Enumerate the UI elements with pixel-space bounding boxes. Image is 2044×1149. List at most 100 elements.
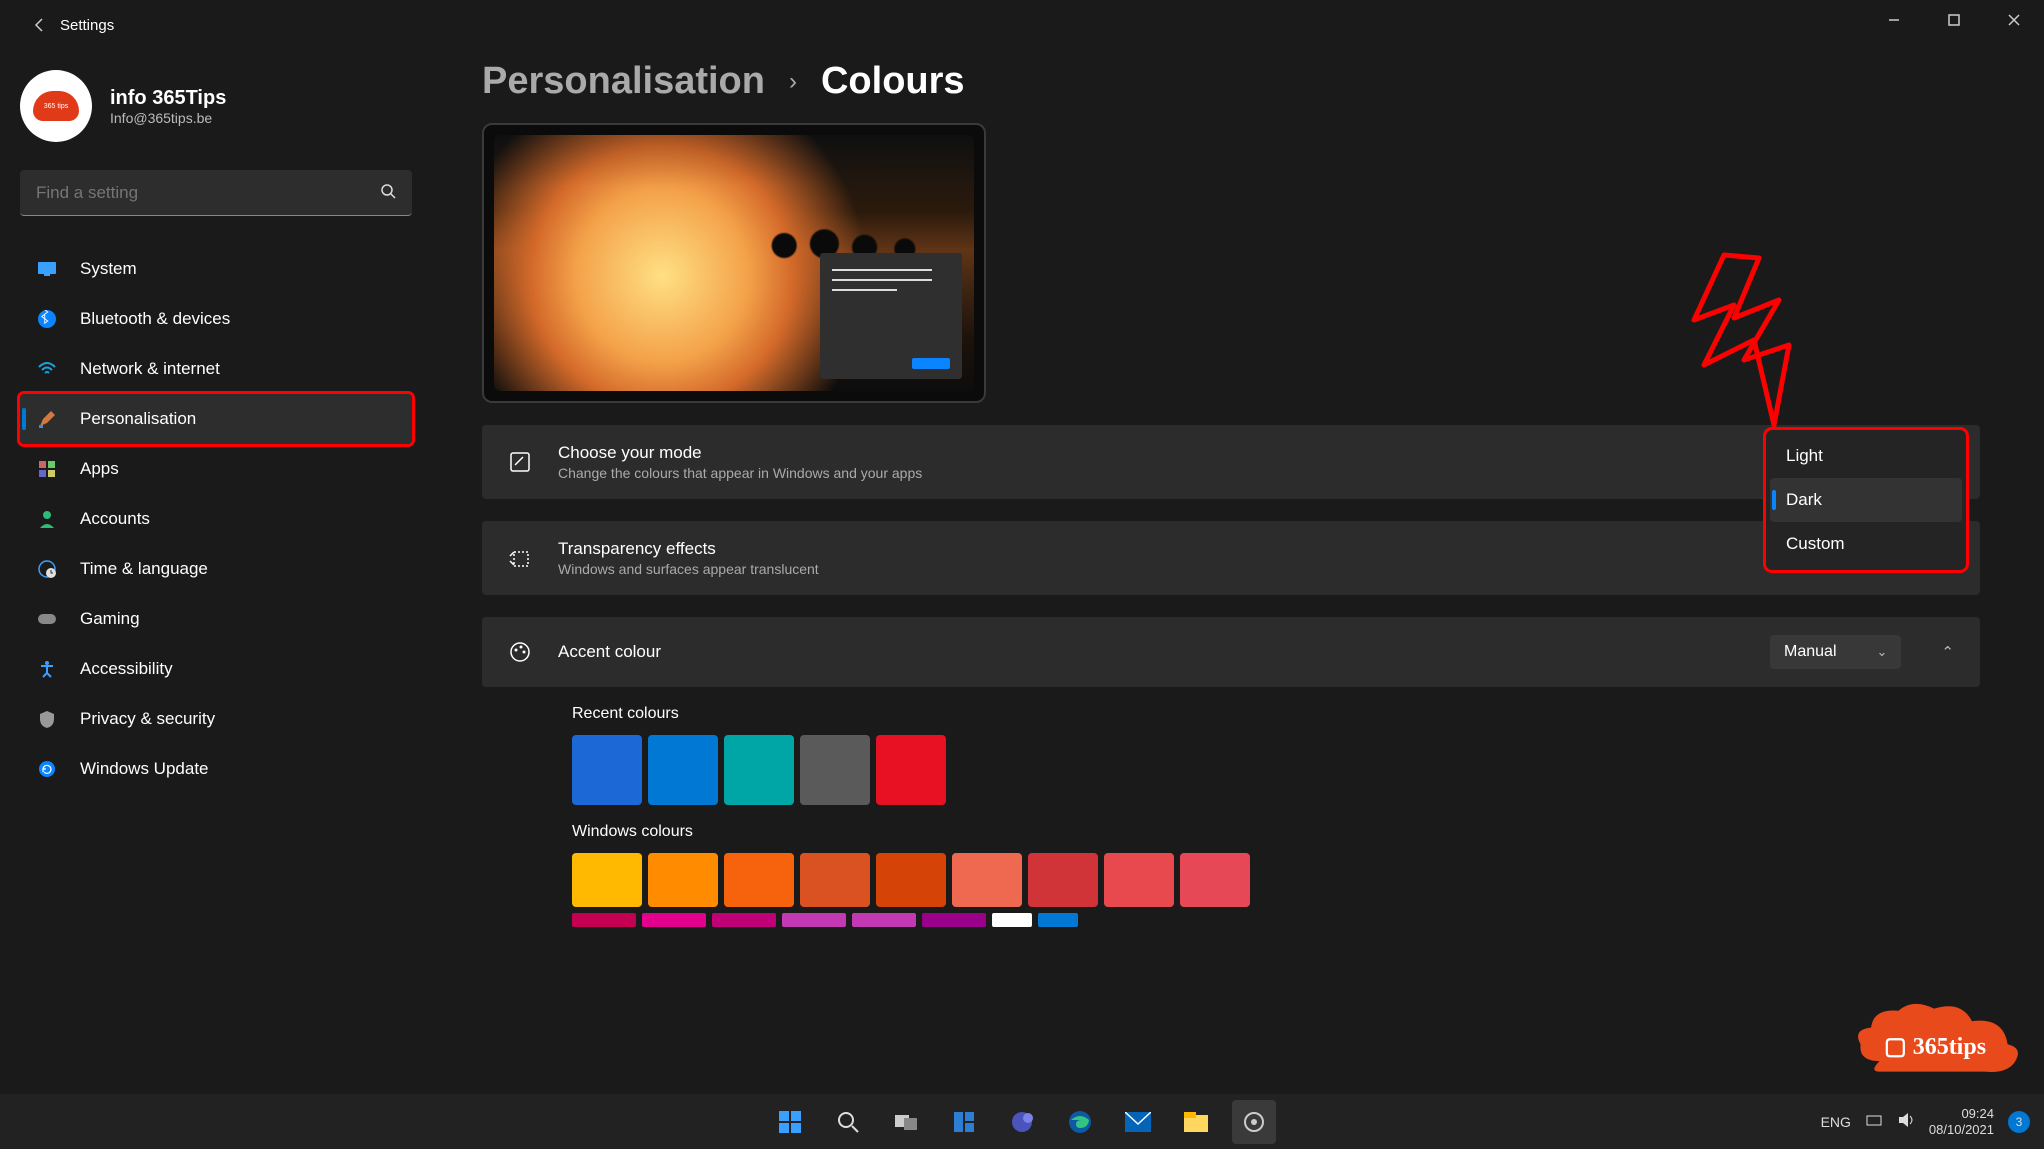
search-input[interactable] bbox=[36, 183, 380, 203]
sidebar-item-update[interactable]: Windows Update bbox=[20, 744, 412, 794]
start-button[interactable] bbox=[768, 1100, 812, 1144]
mode-option-light[interactable]: Light bbox=[1770, 434, 1962, 478]
setting-choose-mode[interactable]: Choose your mode Change the colours that… bbox=[482, 425, 1980, 499]
sidebar-item-system[interactable]: System bbox=[20, 244, 412, 294]
search-taskbar-icon[interactable] bbox=[826, 1100, 870, 1144]
sidebar-item-label: System bbox=[80, 259, 137, 279]
sidebar-item-bluetooth[interactable]: Bluetooth & devices bbox=[20, 294, 412, 344]
maximize-button[interactable] bbox=[1924, 0, 1984, 40]
taskbar-pinned bbox=[768, 1100, 1276, 1144]
avatar: 365 tips bbox=[20, 70, 92, 142]
sidebar-item-personalisation[interactable]: Personalisation bbox=[20, 394, 412, 444]
breadcrumb-parent[interactable]: Personalisation bbox=[482, 60, 765, 103]
teams-chat-icon[interactable] bbox=[1000, 1100, 1044, 1144]
sidebar-item-accounts[interactable]: Accounts bbox=[20, 494, 412, 544]
user-block[interactable]: 365 tips info 365Tips Info@365tips.be bbox=[20, 50, 420, 170]
colour-swatch[interactable] bbox=[876, 853, 946, 907]
setting-desc: Change the colours that appear in Window… bbox=[558, 465, 1954, 481]
setting-title: Accent colour bbox=[558, 642, 1744, 662]
setting-transparency[interactable]: Transparency effects Windows and surface… bbox=[482, 521, 1980, 595]
sidebar-item-label: Windows Update bbox=[80, 759, 209, 779]
search-box[interactable] bbox=[20, 170, 412, 216]
watermark-logo: ▢ 365tips bbox=[1848, 996, 2018, 1089]
sidebar-item-label: Privacy & security bbox=[80, 709, 215, 729]
sidebar-item-apps[interactable]: Apps bbox=[20, 444, 412, 494]
colour-swatch[interactable] bbox=[712, 913, 776, 927]
colour-swatch[interactable] bbox=[572, 913, 636, 927]
colour-swatch[interactable] bbox=[572, 853, 642, 907]
colour-swatch[interactable] bbox=[922, 913, 986, 927]
colour-swatch[interactable] bbox=[1180, 853, 1250, 907]
back-button[interactable] bbox=[20, 17, 60, 33]
colour-swatch[interactable] bbox=[952, 853, 1022, 907]
apps-icon bbox=[36, 458, 58, 480]
chevron-up-icon[interactable]: ⌃ bbox=[1941, 643, 1954, 661]
svg-text:▢ 365tips: ▢ 365tips bbox=[1884, 1034, 1986, 1060]
mail-icon[interactable] bbox=[1116, 1100, 1160, 1144]
colour-swatch[interactable] bbox=[1028, 853, 1098, 907]
sidebar-item-label: Network & internet bbox=[80, 359, 220, 379]
file-explorer-icon[interactable] bbox=[1174, 1100, 1218, 1144]
windows-colours-row bbox=[572, 853, 1292, 907]
brush-square-icon bbox=[508, 450, 532, 474]
chevron-right-icon: › bbox=[789, 68, 797, 96]
colour-swatch[interactable] bbox=[800, 735, 870, 805]
tray-language[interactable]: ENG bbox=[1821, 1114, 1851, 1130]
sidebar-item-label: Time & language bbox=[80, 559, 208, 579]
colour-swatch[interactable] bbox=[1104, 853, 1174, 907]
colour-swatch[interactable] bbox=[782, 913, 846, 927]
theme-preview bbox=[482, 123, 986, 403]
update-icon bbox=[36, 758, 58, 780]
accent-mode-dropdown[interactable]: Manual ⌄ bbox=[1770, 635, 1901, 669]
colour-swatch[interactable] bbox=[876, 735, 946, 805]
sidebar-item-accessibility[interactable]: Accessibility bbox=[20, 644, 412, 694]
accent-colour-panel: Recent colours Windows colours bbox=[482, 705, 2004, 927]
sidebar-item-time-language[interactable]: Time & language bbox=[20, 544, 412, 594]
mode-option-custom[interactable]: Custom bbox=[1770, 522, 1962, 566]
colour-swatch[interactable] bbox=[992, 913, 1032, 927]
setting-accent[interactable]: Accent colour Manual ⌄ ⌃ bbox=[482, 617, 1980, 687]
person-icon bbox=[36, 508, 58, 530]
transparency-icon bbox=[508, 546, 532, 570]
dropdown-value: Manual bbox=[1784, 643, 1836, 661]
sidebar-item-label: Bluetooth & devices bbox=[80, 309, 230, 329]
avatar-icon: 365 tips bbox=[33, 91, 79, 121]
paintbrush-icon bbox=[36, 408, 58, 430]
colour-swatch[interactable] bbox=[800, 853, 870, 907]
sidebar-item-label: Accessibility bbox=[80, 659, 173, 679]
settings-taskbar-icon[interactable] bbox=[1232, 1100, 1276, 1144]
colour-swatch[interactable] bbox=[724, 853, 794, 907]
tray-notification-badge[interactable]: 3 bbox=[2008, 1111, 2030, 1133]
taskbar: ENG 09:24 08/10/2021 3 bbox=[0, 1094, 2044, 1149]
sidebar-item-label: Accounts bbox=[80, 509, 150, 529]
setting-desc: Windows and surfaces appear translucent bbox=[558, 561, 1819, 577]
close-button[interactable] bbox=[1984, 0, 2044, 40]
widgets-icon[interactable] bbox=[942, 1100, 986, 1144]
shield-icon bbox=[36, 708, 58, 730]
tray-clock[interactable]: 09:24 08/10/2021 bbox=[1929, 1106, 1994, 1137]
task-view-icon[interactable] bbox=[884, 1100, 928, 1144]
colour-swatch[interactable] bbox=[852, 913, 916, 927]
mode-option-dark[interactable]: Dark bbox=[1770, 478, 1962, 522]
titlebar: Settings bbox=[0, 0, 2044, 50]
sidebar-item-label: Personalisation bbox=[80, 409, 196, 429]
tray-network-icon[interactable] bbox=[1865, 1113, 1883, 1130]
colour-swatch[interactable] bbox=[724, 735, 794, 805]
palette-icon bbox=[508, 640, 532, 664]
colour-swatch[interactable] bbox=[648, 735, 718, 805]
setting-title: Transparency effects bbox=[558, 539, 1819, 559]
edge-icon[interactable] bbox=[1058, 1100, 1102, 1144]
minimize-button[interactable] bbox=[1864, 0, 1924, 40]
colour-swatch[interactable] bbox=[1038, 913, 1078, 927]
sidebar-item-gaming[interactable]: Gaming bbox=[20, 594, 412, 644]
recent-colours-row bbox=[572, 735, 1292, 805]
colour-swatch[interactable] bbox=[572, 735, 642, 805]
sidebar-item-label: Gaming bbox=[80, 609, 140, 629]
colour-swatch[interactable] bbox=[648, 853, 718, 907]
sidebar-item-network[interactable]: Network & internet bbox=[20, 344, 412, 394]
tray-volume-icon[interactable] bbox=[1897, 1112, 1915, 1131]
colour-swatch[interactable] bbox=[642, 913, 706, 927]
window-controls bbox=[1864, 0, 2044, 40]
sidebar-item-privacy[interactable]: Privacy & security bbox=[20, 694, 412, 744]
windows-colours-label: Windows colours bbox=[572, 823, 2004, 841]
